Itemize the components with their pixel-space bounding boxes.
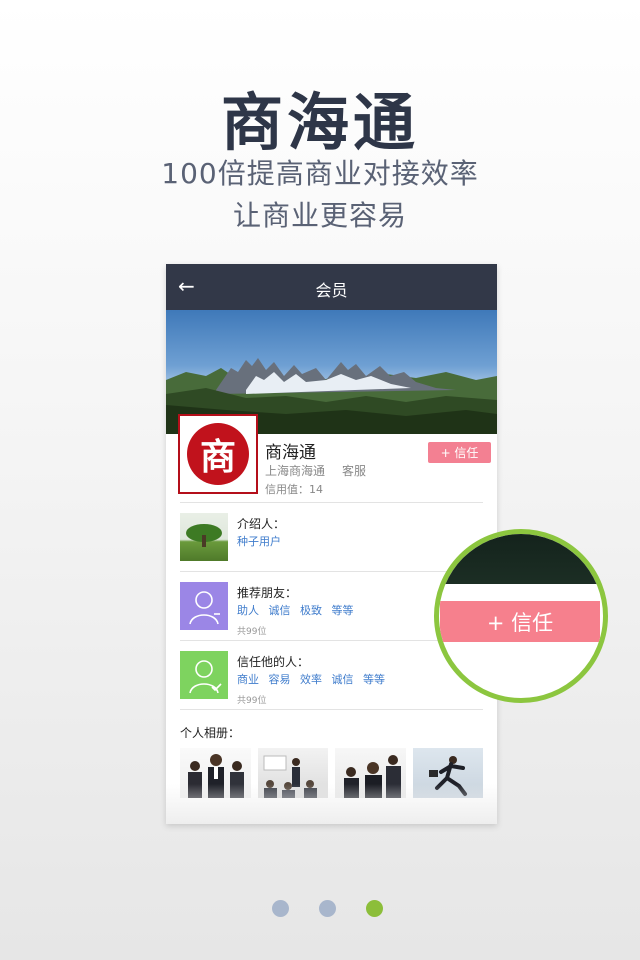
page-dot[interactable]	[319, 900, 336, 917]
page-dot-active[interactable]	[366, 900, 383, 917]
tag[interactable]: 助人	[237, 604, 259, 617]
tag[interactable]: 诚信	[269, 604, 291, 617]
album-photo[interactable]	[412, 748, 483, 798]
tag[interactable]: 商业	[237, 673, 259, 686]
trust-button[interactable]: + 信任	[428, 442, 491, 463]
divider	[180, 709, 483, 710]
app-title: 商海通	[220, 86, 419, 159]
tree-thumbnail	[180, 513, 228, 561]
zoom-banner-fragment	[439, 534, 603, 584]
zoom-trust-button[interactable]: + 信任	[440, 601, 600, 642]
introducer-value[interactable]: 种子用户	[237, 533, 281, 549]
recommended-label: 推荐朋友：	[237, 586, 298, 600]
company-logo-icon: 商	[187, 423, 249, 485]
photo-album	[180, 748, 483, 798]
tag[interactable]: 等等	[363, 673, 385, 686]
member-role: 客服	[342, 464, 367, 478]
tag[interactable]: 诚信	[332, 673, 354, 686]
introducer-label: 介绍人：	[237, 517, 286, 531]
page-indicator	[0, 900, 640, 918]
member-company: 上海商海通	[265, 464, 326, 478]
user-check-icon	[180, 651, 228, 699]
album-photo[interactable]	[180, 748, 251, 798]
subtitle-line-1: 100倍提高商业对接效率	[161, 157, 479, 190]
navbar: ← 会员	[166, 264, 497, 310]
trusted-by-label: 信任他的人：	[237, 655, 310, 669]
trusted-by-tags: 商业 容易 效率 诚信 等等	[237, 671, 391, 687]
recommended-count: 共99位	[237, 627, 267, 637]
tag[interactable]: 极致	[300, 604, 322, 617]
profile-section: 商 商海通 上海商海通 客服 信用值：14 + 信任	[166, 414, 497, 502]
tag[interactable]: 效率	[300, 673, 322, 686]
album-photo[interactable]	[335, 748, 406, 798]
recommended-tags: 助人 诚信 极致 等等	[237, 602, 360, 618]
tag[interactable]: 容易	[269, 673, 291, 686]
navbar-title: 会员	[315, 281, 348, 300]
subtitle-line-2: 让商业更容易	[232, 199, 407, 232]
trusted-by-count: 共99位	[237, 696, 267, 706]
tag[interactable]: 等等	[332, 604, 354, 617]
credit-value: 信用值：14	[265, 483, 323, 496]
company-avatar[interactable]: 商	[178, 414, 258, 494]
page-dot[interactable]	[272, 900, 289, 917]
album-label: 个人相册：	[180, 726, 241, 740]
member-name: 商海通	[265, 443, 316, 463]
zoom-callout: + 信任	[434, 529, 608, 703]
album-photo[interactable]	[257, 748, 328, 798]
user-avatar-icon	[180, 582, 228, 630]
